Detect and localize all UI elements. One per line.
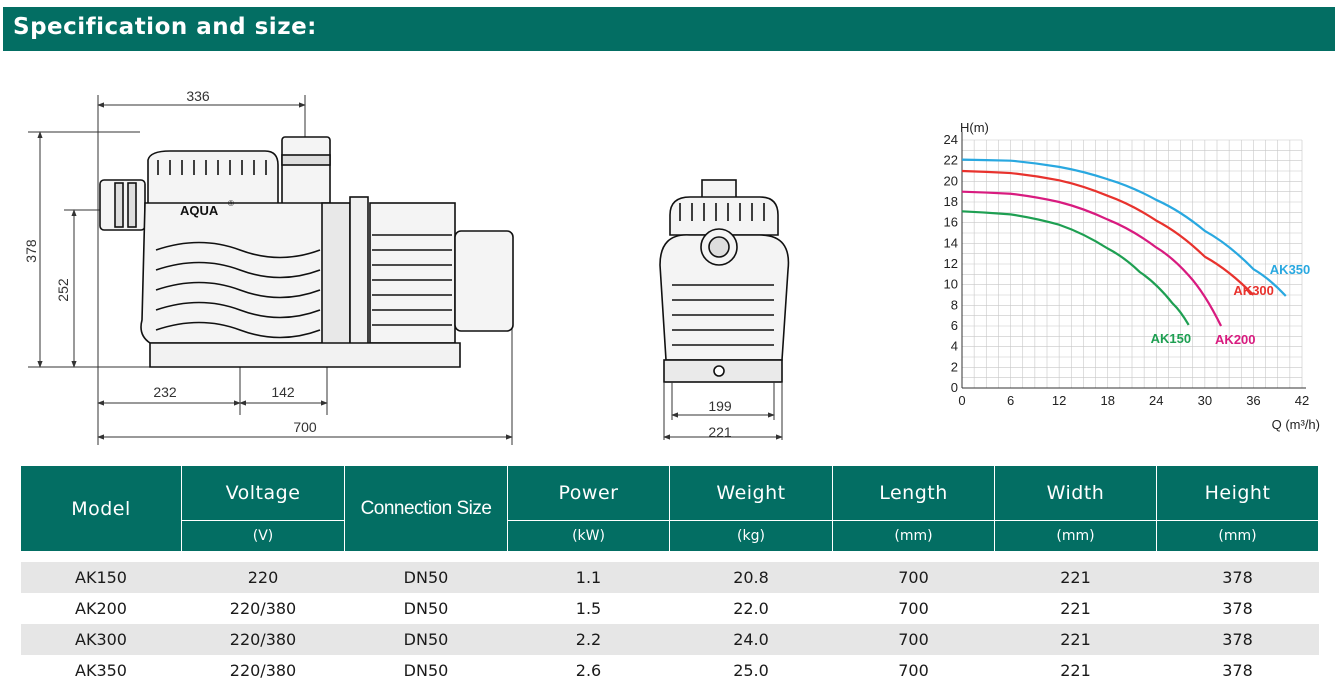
spec-table: Model Voltage Connection Size Power Weig… xyxy=(20,465,1319,686)
dim-base-width: 199 xyxy=(708,398,732,414)
cell-width: 221 xyxy=(1060,661,1091,680)
col-header-connection-size: Connection Size xyxy=(344,465,508,552)
cell-voltage: 220/380 xyxy=(229,661,297,680)
cell-width: 221 xyxy=(994,562,1157,593)
dim-top-width: 336 xyxy=(186,88,210,104)
col-header-length: Length xyxy=(832,465,995,521)
cell-length: 700 xyxy=(898,661,929,680)
y-tick-label: 10 xyxy=(944,277,958,292)
table-row: AK350 220/380 DN50 2.6 25.0 700 221 378 xyxy=(21,655,1319,686)
y-tick-label: 0 xyxy=(951,380,958,395)
cell-power: 2.2 xyxy=(507,624,670,655)
col-header-model: Model xyxy=(20,465,182,552)
unit-length: (mm) xyxy=(832,520,995,552)
cell-weight: 24.0 xyxy=(669,624,833,655)
col-header-weight: Weight xyxy=(669,465,833,521)
cell-connection-size: DN50 xyxy=(403,599,449,618)
y-tick-label: 18 xyxy=(944,194,958,209)
cell-height: 378 xyxy=(1156,562,1319,593)
cell-power: 1.5 xyxy=(575,599,602,618)
dim-left-base: 232 xyxy=(153,384,177,400)
y-tick-label: 14 xyxy=(944,235,958,250)
cell-voltage: 220/380 xyxy=(229,599,297,618)
col-header-width: Width xyxy=(994,465,1157,521)
y-tick-label: 12 xyxy=(944,256,958,271)
performance-curve-chart: 0246810121416182022240 6 12 18 24 30 36 42 AK35… xyxy=(944,120,1320,432)
cell-length: 700 xyxy=(832,562,995,593)
x-tick-label: 18 xyxy=(1100,393,1114,408)
series-line-ak150 xyxy=(961,210,1190,326)
cell-height: 378 xyxy=(1156,624,1319,655)
series-label-ak350: AK350 xyxy=(1270,262,1310,277)
dim-total-width: 221 xyxy=(708,424,732,440)
y-axis-label: H(m) xyxy=(960,120,989,135)
cell-height: 378 xyxy=(1222,599,1253,618)
dim-total-height: 378 xyxy=(23,239,39,263)
cell-voltage: 220 xyxy=(181,562,345,593)
col-header-power: Power xyxy=(507,465,670,521)
brand-label: AQUA xyxy=(180,203,219,218)
unit-weight: (kg) xyxy=(669,520,833,552)
cell-power: 1.1 xyxy=(507,562,670,593)
col-header-height: Height xyxy=(1156,465,1319,521)
section-header: Specification and size: xyxy=(3,7,1335,51)
y-tick-label: 8 xyxy=(951,297,958,312)
cell-height: 378 xyxy=(1222,661,1253,680)
table-row: AK300 220/380 DN50 2.2 24.0 700 221 378 xyxy=(20,624,1319,655)
y-tick-label: 4 xyxy=(951,339,958,354)
cell-connection-size: DN50 xyxy=(344,562,508,593)
cell-length: 700 xyxy=(898,599,929,618)
dim-total-length: 700 xyxy=(293,419,317,435)
y-tick-label: 22 xyxy=(944,153,958,168)
brand-registered-mark: ® xyxy=(228,199,234,208)
x-tick-label: 36 xyxy=(1246,393,1260,408)
table-row: AK200 220/380 DN50 1.5 22.0 700 221 378 xyxy=(21,593,1319,624)
cell-connection-size: DN50 xyxy=(403,661,449,680)
series-label-ak150: AK150 xyxy=(1151,331,1191,346)
cell-model: AK300 xyxy=(20,624,182,655)
cell-length: 700 xyxy=(832,624,995,655)
y-tick-label: 20 xyxy=(944,173,958,188)
x-tick-label: 6 xyxy=(1007,393,1014,408)
cell-width: 221 xyxy=(994,624,1157,655)
cell-connection-size: DN50 xyxy=(344,624,508,655)
unit-width: (mm) xyxy=(994,520,1157,552)
y-tick-label: 2 xyxy=(951,359,958,374)
x-axis-label: Q (m³/h) xyxy=(1272,417,1320,432)
series-label-ak200: AK200 xyxy=(1215,332,1255,347)
section-title: Specification and size: xyxy=(13,14,317,40)
x-tick-label: 0 xyxy=(958,393,965,408)
pump-side-view-drawing: 336 378 252 232 142 700 AQUA ® xyxy=(23,88,514,445)
pump-front-view-drawing: 199 221 xyxy=(659,179,790,440)
cell-voltage: 220/380 xyxy=(181,624,345,655)
series-line-ak200 xyxy=(961,190,1223,327)
chart-series: AK350 AK300 AK200 AK150 xyxy=(961,158,1310,347)
cell-model: AK350 xyxy=(75,661,127,680)
dim-inlet-height: 252 xyxy=(55,278,71,302)
cell-weight: 25.0 xyxy=(733,661,769,680)
col-header-voltage: Voltage xyxy=(181,465,345,521)
cell-model: AK200 xyxy=(75,599,127,618)
cell-weight: 22.0 xyxy=(733,599,769,618)
x-tick-label: 42 xyxy=(1295,393,1309,408)
unit-power: (kW) xyxy=(507,520,670,552)
cell-weight: 20.8 xyxy=(669,562,833,593)
dim-base-spacing: 142 xyxy=(271,384,295,400)
y-tick-label: 16 xyxy=(944,215,958,230)
cell-model: AK150 xyxy=(20,562,182,593)
unit-voltage: (V) xyxy=(181,520,345,552)
x-tick-label: 12 xyxy=(1052,393,1066,408)
table-row: AK150 220 DN50 1.1 20.8 700 221 378 xyxy=(20,562,1319,593)
x-tick-label: 24 xyxy=(1149,393,1163,408)
y-tick-label: 24 xyxy=(944,132,958,147)
x-tick-label: 30 xyxy=(1198,393,1212,408)
series-label-ak300: AK300 xyxy=(1233,283,1273,298)
y-tick-label: 6 xyxy=(951,318,958,333)
cell-width: 221 xyxy=(1060,599,1091,618)
unit-height: (mm) xyxy=(1156,520,1319,552)
cell-power: 2.6 xyxy=(575,661,602,680)
